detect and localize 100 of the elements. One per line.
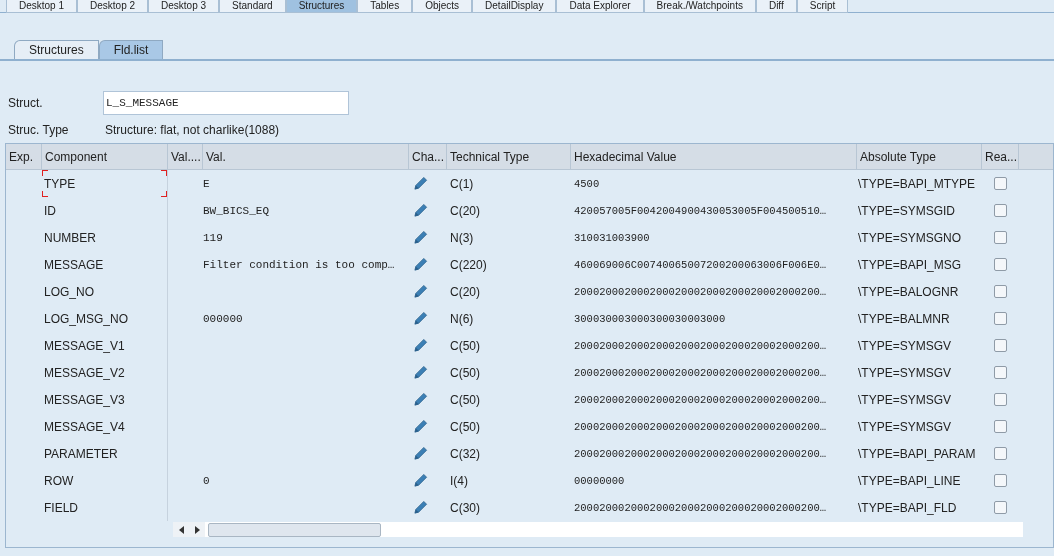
column-header[interactable]: Exp. [6,144,42,169]
top-tab[interactable]: Structures [285,0,358,13]
column-header[interactable]: Component [42,144,168,169]
technical-type-cell: C(20) [450,203,480,218]
column-header[interactable]: Val. [203,144,409,169]
read-only-checkbox[interactable] [994,447,1007,460]
component-cell-text: NUMBER [44,229,96,247]
component-cell-text: LOG_NO [44,283,94,301]
struct-field[interactable]: L_S_MESSAGE [103,91,349,115]
value-cell: BW_BICS_EQ [203,205,269,218]
column-header[interactable]: Technical Type [447,144,571,169]
hex-value-cell: 200020002000200020002000200020002000200… [574,286,827,299]
component-cell-text: MESSAGE_V4 [44,418,125,436]
pencil-icon[interactable] [413,311,428,326]
component-cell-text: TYPE [44,175,76,193]
pencil-icon[interactable] [413,203,428,218]
read-only-checkbox[interactable] [994,474,1007,487]
hex-value-cell: 300030003000300030003000 [574,313,726,326]
technical-type-cell: I(4) [450,473,468,488]
hex-value-cell: 200020002000200020002000200020002000200… [574,394,827,407]
component-cell-text: FIELD [44,499,78,517]
pencil-icon[interactable] [413,176,428,191]
absolute-type-cell: \TYPE=BAPI_LINE [858,473,961,488]
top-tab[interactable]: DetailDisplay [472,0,557,13]
sub-tab[interactable]: Fld.list [98,40,164,59]
component-cell-text: MESSAGE_V1 [44,337,125,355]
absolute-type-cell: \TYPE=BAPI_MTYPE [858,176,976,191]
component-cell-text: PARAMETER [44,445,118,463]
technical-type-cell: C(30) [450,500,480,515]
scroll-thumb[interactable] [208,522,381,537]
top-tab[interactable]: Standard [219,0,286,13]
technical-type-cell: N(6) [450,311,474,326]
hex-value-cell: 200020002000200020002000200020002000200… [574,340,827,353]
horizontal-scrollbar[interactable] [173,522,1023,537]
top-tab[interactable]: Tables [357,0,413,13]
pencil-icon[interactable] [413,500,428,515]
read-only-checkbox[interactable] [994,231,1007,244]
read-only-checkbox[interactable] [994,204,1007,217]
value-cell: 000000 [203,313,243,326]
technical-type-cell: C(20) [450,284,480,299]
value-cell: 0 [203,475,210,488]
technical-type-cell: C(50) [450,392,480,407]
top-tab[interactable]: Desktop 1 [6,0,78,13]
read-only-checkbox[interactable] [994,177,1007,190]
technical-type-cell: C(50) [450,338,480,353]
scroll-right-icon[interactable] [189,522,205,537]
struct-type-value: Structure: flat, not charlike(1088) [105,122,280,139]
column-header[interactable]: Cha... [409,144,447,169]
value-cell: Filter condition is too comp… [203,259,395,272]
read-only-checkbox[interactable] [994,339,1007,352]
pencil-icon[interactable] [413,230,428,245]
absolute-type-cell: \TYPE=SYMSGID [858,203,956,218]
pencil-icon[interactable] [413,446,428,461]
absolute-type-cell: \TYPE=BAPI_PARAM [858,446,976,461]
column-header[interactable]: Val.... [168,144,203,169]
technical-type-cell: C(50) [450,419,480,434]
top-tab[interactable]: Objects [412,0,473,13]
component-cell-text: LOG_MSG_NO [44,310,129,328]
top-tab[interactable]: Break./Watchpoints [643,0,756,13]
component-cell-text: MESSAGE_V2 [44,364,125,382]
read-only-checkbox[interactable] [994,420,1007,433]
read-only-checkbox[interactable] [994,285,1007,298]
hex-value-cell: 00000000 [574,475,625,488]
read-only-checkbox[interactable] [994,312,1007,325]
read-only-checkbox[interactable] [994,501,1007,514]
pencil-icon[interactable] [413,284,428,299]
top-tab[interactable]: Script [796,0,849,13]
scroll-left-icon[interactable] [173,522,189,537]
field-label: Struct. [8,95,44,112]
technical-type-cell: C(1) [450,176,474,191]
component-cell-text: MESSAGE_V3 [44,391,125,409]
technical-type-cell: C(50) [450,365,480,380]
technical-type-cell: N(3) [450,230,474,245]
pencil-icon[interactable] [413,392,428,407]
technical-type-cell: C(32) [450,446,480,461]
top-tab[interactable]: Diff [755,0,797,13]
pencil-icon[interactable] [413,365,428,380]
component-cell-text: ROW [44,472,74,490]
column-header[interactable]: Absolute Type [857,144,982,169]
column-header[interactable]: Hexadecimal Value [571,144,857,169]
value-cell: E [203,178,210,191]
pencil-icon[interactable] [413,257,428,272]
top-tab[interactable]: Desktop 2 [77,0,149,13]
component-cell-text: MESSAGE [44,256,104,274]
field-label: Struc. Type [8,122,70,139]
top-tab[interactable]: Data Explorer [556,0,644,13]
top-tab[interactable]: Desktop 3 [148,0,220,13]
absolute-type-cell: \TYPE=BAPI_FLD [858,500,957,515]
pencil-icon[interactable] [413,473,428,488]
read-only-checkbox[interactable] [994,258,1007,271]
column-header[interactable]: Rea... [982,144,1019,169]
hex-value-cell: 420057005F0042004900430053005F004500510… [574,205,827,218]
pencil-icon[interactable] [413,338,428,353]
read-only-checkbox[interactable] [994,366,1007,379]
hex-value-cell: 200020002000200020002000200020002000200… [574,502,827,515]
sub-tab[interactable]: Structures [14,40,99,59]
absolute-type-cell: \TYPE=SYMSGV [858,419,952,434]
hex-value-cell: 4500 [574,178,600,191]
pencil-icon[interactable] [413,419,428,434]
read-only-checkbox[interactable] [994,393,1007,406]
